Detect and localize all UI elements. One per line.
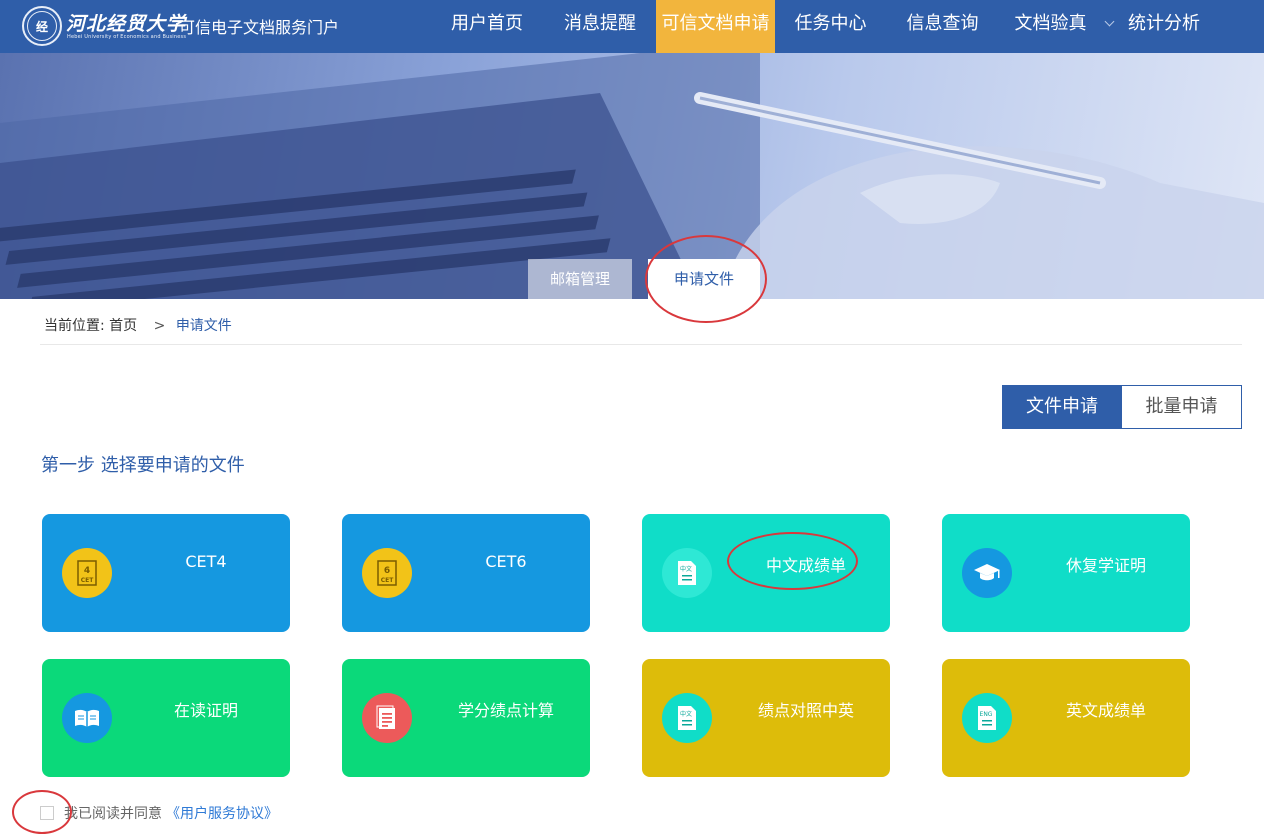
svg-text:CET: CET (81, 577, 95, 584)
nav-doc-verify-label: 文档验真 (1014, 13, 1087, 34)
nav-messages[interactable]: 消息提醒 (544, 0, 656, 53)
svg-text:ENG: ENG (980, 711, 993, 718)
divider (40, 344, 1242, 345)
tab-apply-files[interactable]: 申请文件 (648, 259, 760, 299)
svg-text:中文: 中文 (680, 565, 692, 573)
breadcrumb-current: 申请文件 (175, 318, 232, 334)
card-english-transcript[interactable]: ENG 英文成绩单 (942, 659, 1190, 777)
card-gpa-comparison-cn-en[interactable]: 中文 绩点对照中英 (642, 659, 890, 777)
top-header: 经 河北经贸大学 Hebei University of Economics a… (0, 0, 1264, 53)
card-label: CET6 (485, 552, 527, 571)
english-doc-icon: ENG (962, 693, 1012, 743)
card-label: 中文成绩单 (765, 556, 846, 575)
card-label: 在读证明 (173, 701, 238, 720)
svg-text:6: 6 (384, 566, 390, 576)
card-label: 绩点对照中英 (757, 701, 854, 720)
card-gpa-calculation[interactable]: 学分绩点计算 (342, 659, 590, 777)
card-cet6[interactable]: 6 CET CET6 (342, 514, 590, 632)
card-label: CET4 (185, 552, 227, 571)
card-suspension-resumption-certificate[interactable]: 休复学证明 (942, 514, 1190, 632)
nav-task-center[interactable]: 任务中心 (775, 0, 886, 53)
graduation-cap-icon (962, 548, 1012, 598)
single-apply-button[interactable]: 文件申请 (1002, 385, 1122, 429)
chinese-doc-icon: 中文 (662, 693, 712, 743)
svg-text:中文: 中文 (680, 710, 692, 718)
breadcrumb-home[interactable]: 首页 (109, 318, 137, 334)
step-title: 第一步 选择要申请的文件 (41, 455, 245, 476)
cet4-icon: 4 CET (62, 548, 112, 598)
card-chinese-transcript[interactable]: 中文 中文成绩单 (642, 514, 890, 632)
chevron-down-icon (1104, 16, 1115, 27)
agreement-row: 我已阅读并同意 《用户服务协议》 (40, 803, 278, 823)
university-logo-subtitle: Hebei University of Economics and Busine… (67, 34, 187, 40)
user-agreement-link[interactable]: 《用户服务协议》 (166, 803, 278, 823)
portal-title: 可信电子文档服务门户 (179, 18, 340, 37)
nav-statistics[interactable]: 统计分析 (1116, 0, 1212, 53)
svg-text:CET: CET (381, 577, 395, 584)
nav-trusted-doc-apply[interactable]: 可信文档申请 (656, 0, 775, 53)
batch-apply-button[interactable]: 批量申请 (1122, 385, 1242, 429)
agreement-checkbox[interactable] (40, 806, 54, 820)
breadcrumb-prefix: 当前位置: (44, 318, 105, 334)
open-book-icon (62, 693, 112, 743)
main-nav: 用户首页 消息提醒 可信文档申请 任务中心 信息查询 文档验真 统计分析 (430, 0, 1212, 53)
card-label: 英文成绩单 (1065, 701, 1146, 720)
agreement-text: 我已阅读并同意 (64, 806, 162, 822)
nav-user-home[interactable]: 用户首页 (430, 0, 544, 53)
cet6-icon: 6 CET (362, 548, 412, 598)
nav-info-query[interactable]: 信息查询 (886, 0, 999, 53)
breadcrumb-separator: > (153, 318, 166, 334)
apply-mode-toggle: 文件申请 批量申请 (1002, 385, 1242, 429)
nav-doc-verify[interactable]: 文档验真 (999, 0, 1116, 53)
card-label: 休复学证明 (1065, 556, 1146, 575)
tab-mailbox-management[interactable]: 邮箱管理 (528, 259, 632, 299)
hero-banner: 邮箱管理 申请文件 (0, 53, 1264, 299)
card-label: 学分绩点计算 (457, 701, 554, 720)
breadcrumb: 当前位置: 首页 > 申请文件 (44, 315, 232, 335)
document-lines-icon (362, 693, 412, 743)
university-logo-text: 河北经贸大学 (66, 13, 187, 35)
svg-text:4: 4 (84, 566, 90, 576)
banner-tabs: 邮箱管理 申请文件 (528, 259, 760, 299)
card-cet4[interactable]: 4 CET CET4 (42, 514, 290, 632)
chinese-transcript-icon: 中文 (662, 548, 712, 598)
university-seal-icon: 经 (22, 6, 62, 46)
card-enrollment-certificate[interactable]: 在读证明 (42, 659, 290, 777)
